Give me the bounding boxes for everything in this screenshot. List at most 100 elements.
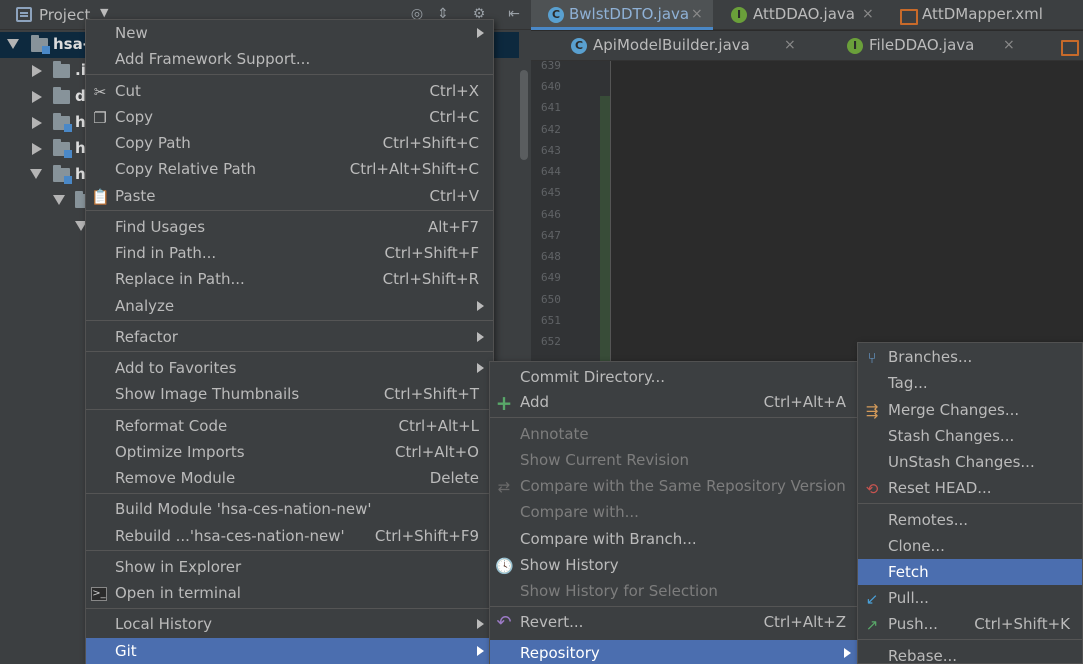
menu-item-annotate[interactable]: Annotate [490, 421, 858, 447]
menu-item-compare-with-branch[interactable]: Compare with Branch... [490, 526, 858, 552]
compare-icon: ⇄ [497, 478, 511, 496]
menu-item-remove-module[interactable]: Remove Module Delete [86, 465, 493, 491]
menu-item-show-history[interactable]: 🕓 Show History [490, 552, 858, 578]
submenu-arrow-icon [477, 332, 484, 342]
menu-item-clone[interactable]: Clone... [858, 533, 1082, 559]
tab-label: ApiModelBuilder.java [593, 36, 750, 54]
menu-item-revert[interactable]: ↶ Revert... Ctrl+Alt+Z [490, 609, 858, 635]
menu-item-analyze[interactable]: Analyze [86, 293, 493, 319]
menu-item-compare-with[interactable]: Compare with... [490, 499, 858, 525]
expand-arrow-icon[interactable] [32, 65, 42, 77]
collapse-arrow-icon[interactable] [7, 39, 19, 49]
menu-item-unstash-changes[interactable]: UnStash Changes... [858, 449, 1082, 475]
project-view-title[interactable]: Project [39, 6, 90, 24]
vcs-change-marker[interactable] [600, 96, 610, 366]
menu-item-push[interactable]: ↗ Push... Ctrl+Shift+K [858, 611, 1082, 637]
menu-item-tag[interactable]: Tag... [858, 370, 1082, 396]
menu-item-add-framework-support[interactable]: Add Framework Support... [86, 46, 493, 72]
collapse-arrow-icon[interactable] [30, 169, 42, 179]
menu-item-label: Compare with the Same Repository Version [520, 477, 846, 495]
menu-item-label: Copy Path [115, 134, 191, 152]
close-icon[interactable]: × [1003, 37, 1015, 53]
menu-item-open-in-terminal[interactable]: >_ Open in terminal [86, 580, 493, 606]
menu-item-label: Show Image Thumbnails [115, 385, 300, 403]
push-icon: ↗ [865, 616, 879, 634]
revert-icon: ↶ [496, 612, 512, 633]
hide-panel-icon[interactable]: ⇤ [505, 5, 523, 23]
menu-item-rebase[interactable]: Rebase... [858, 643, 1082, 664]
close-icon[interactable]: × [784, 37, 796, 53]
menu-item-label: Branches... [888, 348, 973, 366]
menu-item-add[interactable]: + Add Ctrl+Alt+A [490, 389, 858, 415]
tab-fileddao[interactable]: I FileDDAO.java × [831, 31, 1021, 61]
menu-separator [490, 606, 858, 607]
menu-item-new[interactable]: New [86, 20, 493, 46]
menu-item-label: Annotate [520, 425, 589, 443]
menu-item-shortcut: Ctrl+Shift+R [382, 270, 479, 288]
menu-item-show-in-explorer[interactable]: Show in Explorer [86, 554, 493, 580]
menu-item-label: Add Framework Support... [115, 50, 311, 68]
menu-item-copy-path[interactable]: Copy Path Ctrl+Shift+C [86, 130, 493, 156]
tab-apimodelbuilder[interactable]: C ApiModelBuilder.java × [559, 31, 804, 61]
submenu-arrow-icon [844, 648, 851, 658]
line-number: 642 [541, 123, 561, 136]
menu-item-label: Add [520, 393, 550, 411]
menu-item-local-history[interactable]: Local History [86, 611, 493, 637]
menu-item-label: Reset HEAD... [888, 479, 992, 497]
menu-item-paste[interactable]: 📋 Paste Ctrl+V [86, 183, 493, 209]
menu-item-add-to-favorites[interactable]: Add to Favorites [86, 355, 493, 381]
expand-arrow-icon[interactable] [32, 91, 42, 103]
menu-item-merge-changes[interactable]: ⇶ Merge Changes... [858, 397, 1082, 423]
line-number: 647 [541, 229, 561, 242]
paste-icon: 📋 [91, 188, 110, 206]
menu-item-label: Remotes... [888, 511, 968, 529]
menu-item-find-usages[interactable]: Find Usages Alt+F7 [86, 214, 493, 240]
menu-item-show-image-thumbnails[interactable]: Show Image Thumbnails Ctrl+Shift+T [86, 381, 493, 407]
tab-bwlstddto[interactable]: C BwlstDDTO.java × [531, 0, 713, 30]
menu-item-pull[interactable]: ↙ Pull... [858, 585, 1082, 611]
menu-item-stash-changes[interactable]: Stash Changes... [858, 423, 1082, 449]
menu-item-replace-in-path[interactable]: Replace in Path... Ctrl+Shift+R [86, 266, 493, 292]
menu-item-reformat-code[interactable]: Reformat Code Ctrl+Alt+L [86, 413, 493, 439]
module-folder-icon [53, 113, 72, 132]
menu-item-refactor[interactable]: Refactor [86, 324, 493, 350]
expand-arrow-icon[interactable] [32, 143, 42, 155]
menu-item-reset-head[interactable]: ⟲ Reset HEAD... [858, 475, 1082, 501]
menu-item-show-current-revision[interactable]: Show Current Revision [490, 447, 858, 473]
menu-item-label: Find in Path... [115, 244, 217, 262]
menu-item-shortcut: Ctrl+C [429, 108, 479, 126]
menu-item-label: Open in terminal [115, 584, 241, 602]
menu-item-label: Replace in Path... [115, 270, 245, 288]
collapse-arrow-icon[interactable] [53, 195, 65, 205]
menu-item-commit-directory[interactable]: Commit Directory... [490, 364, 858, 390]
menu-item-compare-same-repo-version[interactable]: ⇄ Compare with the Same Repository Versi… [490, 473, 858, 499]
chevron-down-icon[interactable]: ▼ [100, 6, 108, 19]
menu-item-label: Copy [115, 108, 154, 126]
menu-item-fetch[interactable]: Fetch [858, 559, 1082, 585]
menu-item-cut[interactable]: ✂ Cut Ctrl+X [86, 78, 493, 104]
menu-item-label: Refactor [115, 328, 178, 346]
menu-item-optimize-imports[interactable]: Optimize Imports Ctrl+Alt+O [86, 439, 493, 465]
tab-attddao[interactable]: I AttDDAO.java × [713, 0, 883, 30]
scrollbar-thumb[interactable] [520, 70, 528, 160]
menu-item-show-history-selection[interactable]: Show History for Selection [490, 578, 858, 604]
interface-icon: I [731, 7, 747, 23]
module-folder-icon [53, 139, 72, 158]
menu-item-branches[interactable]: ⑂ Branches... [858, 344, 1082, 370]
menu-item-build-module[interactable]: Build Module 'hsa-ces-nation-new' [86, 496, 493, 522]
close-icon[interactable]: × [691, 6, 703, 22]
menu-item-label: Remove Module [115, 469, 236, 487]
menu-item-rebuild-module[interactable]: Rebuild ...'hsa-ces-nation-new' Ctrl+Shi… [86, 523, 493, 549]
close-icon[interactable]: × [862, 6, 874, 22]
menu-separator [86, 351, 493, 352]
menu-item-git[interactable]: Git [86, 638, 493, 664]
tab-attdmapper[interactable]: AttDMapper.xml [883, 0, 1083, 30]
expand-arrow-icon[interactable] [32, 117, 42, 129]
menu-item-copy-relative-path[interactable]: Copy Relative Path Ctrl+Alt+Shift+C [86, 156, 493, 182]
menu-item-label: Revert... [520, 613, 584, 631]
menu-item-shortcut: Ctrl+Alt+O [395, 443, 479, 461]
menu-item-repository[interactable]: Repository [490, 640, 858, 664]
menu-item-find-in-path[interactable]: Find in Path... Ctrl+Shift+F [86, 240, 493, 266]
menu-item-copy[interactable]: ❐ Copy Ctrl+C [86, 104, 493, 130]
menu-item-remotes[interactable]: Remotes... [858, 507, 1082, 533]
